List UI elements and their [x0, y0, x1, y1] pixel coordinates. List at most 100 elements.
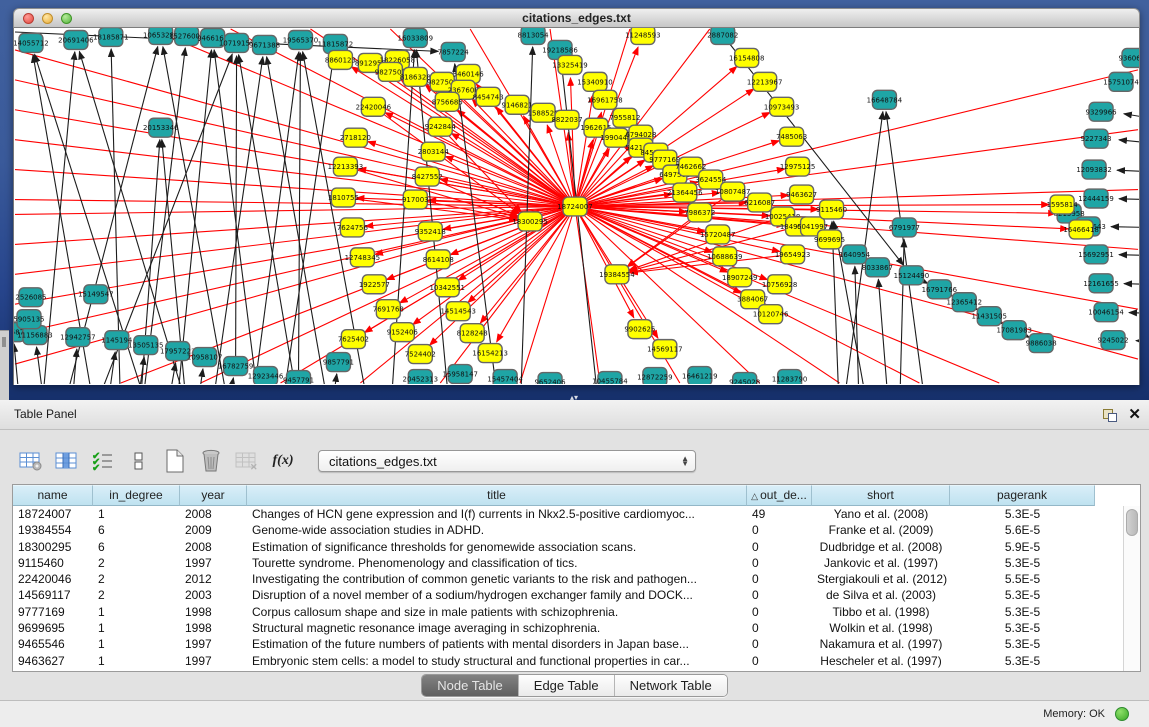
graph-node[interactable]: 8756685: [432, 92, 463, 111]
table-cell[interactable]: 2: [93, 587, 180, 603]
graph-node[interactable]: 2887082: [707, 28, 738, 44]
table-row[interactable]: 946554611997Estimation of the future num…: [13, 636, 1123, 652]
graph-node[interactable]: 12213393: [328, 157, 364, 176]
table-cell[interactable]: Jankovic et al. (1997): [812, 555, 950, 571]
graph-node[interactable]: 10973493: [764, 97, 800, 116]
graph-node[interactable]: 16461219: [682, 367, 718, 384]
graph-node[interactable]: 10342551: [429, 278, 465, 297]
memory-status-icon[interactable]: [1115, 707, 1129, 721]
graph-node[interactable]: 9699695: [814, 230, 845, 249]
table-cell[interactable]: Embryonic stem cells: a model to study s…: [247, 653, 747, 669]
graph-node[interactable]: 7624756: [337, 218, 368, 237]
table-cell[interactable]: 18724007: [13, 506, 93, 522]
graph-node[interactable]: 9360672: [1118, 48, 1139, 67]
table-row[interactable]: 1830029562008Estimation of significance …: [13, 539, 1123, 555]
table-cell[interactable]: 5.3E-5: [950, 604, 1095, 620]
table-cell[interactable]: 0: [747, 636, 812, 652]
graph-node[interactable]: 12093832: [1076, 160, 1112, 179]
graph-node[interactable]: 1595814: [1047, 195, 1079, 214]
table-cell[interactable]: 0: [747, 571, 812, 587]
graph-node[interactable]: 8614108: [423, 250, 454, 269]
table-cell[interactable]: Nakamura et al. (1997): [812, 636, 950, 652]
delete-table-icon[interactable]: ✕: [232, 447, 262, 475]
table-cell[interactable]: 6: [93, 539, 180, 555]
graph-node[interactable]: 12444159: [1078, 189, 1114, 208]
float-panel-icon[interactable]: [1103, 409, 1117, 422]
graph-node[interactable]: 15457404: [487, 370, 523, 384]
graph-node[interactable]: 9857791: [323, 353, 354, 372]
graph-node[interactable]: 15340910: [577, 72, 613, 91]
graph-node[interactable]: 14569117: [647, 340, 683, 359]
scrollbar-thumb[interactable]: [1126, 509, 1138, 536]
graph-node[interactable]: 12942757: [60, 328, 96, 347]
graph-node[interactable]: 20153346: [143, 118, 179, 137]
graph-node[interactable]: 9245028: [729, 373, 760, 384]
graph-node[interactable]: 11248593: [625, 28, 661, 44]
graph-node[interactable]: 12975125: [780, 157, 816, 176]
table-cell[interactable]: 1: [93, 604, 180, 620]
graph-node[interactable]: 15751074: [1103, 72, 1139, 91]
table-cell[interactable]: 19384554: [13, 522, 93, 538]
graph-node[interactable]: 20452313: [403, 370, 439, 384]
table-cell[interactable]: 1998: [180, 604, 247, 620]
tab-node-table[interactable]: Node Table: [422, 675, 519, 696]
table-cell[interactable]: de Silva et al. (2003): [812, 587, 950, 603]
graph-node[interactable]: 9671388: [249, 35, 280, 54]
graph-node[interactable]: 9152406: [387, 323, 418, 342]
graph-node[interactable]: 7485063: [776, 127, 807, 146]
new-table-icon[interactable]: [160, 447, 190, 475]
graph-node[interactable]: 6791977: [889, 218, 920, 237]
table-cell[interactable]: 1: [93, 653, 180, 669]
table-selector-dropdown[interactable]: citations_edges.txt ▲▼: [318, 450, 696, 472]
graph-node[interactable]: 1922577: [359, 275, 390, 294]
graph-node[interactable]: 9463627: [786, 185, 817, 204]
table-cell[interactable]: 2003: [180, 587, 247, 603]
graph-node[interactable]: 12748345: [345, 248, 381, 267]
graph-node[interactable]: 7524402: [405, 345, 436, 364]
tab-network-table[interactable]: Network Table: [615, 675, 727, 696]
table-cell[interactable]: 6: [93, 522, 180, 538]
table-cell[interactable]: Corpus callosum shape and size in male p…: [247, 604, 747, 620]
select-columns-icon[interactable]: ✔✔✔: [88, 447, 118, 475]
collapsed-panel-handle[interactable]: [0, 330, 9, 401]
table-cell[interactable]: 9777169: [13, 604, 93, 620]
graph-node[interactable]: 9902625: [624, 320, 655, 339]
network-window-titlebar[interactable]: citations_edges.txt: [13, 8, 1140, 28]
column-header-short[interactable]: short: [812, 485, 950, 506]
graph-node[interactable]: 9352418: [415, 222, 446, 241]
delete-column-icon[interactable]: [196, 447, 226, 475]
table-cell[interactable]: Disruption of a novel member of a sodium…: [247, 587, 747, 603]
table-cell[interactable]: 9465546: [13, 636, 93, 652]
network-canvas[interactable]: 1872400714055712206914061818587110653287…: [14, 28, 1139, 384]
table-cell[interactable]: 2: [93, 571, 180, 587]
graph-node[interactable]: 21364456: [667, 183, 703, 202]
graph-node[interactable]: 16648784: [867, 90, 903, 109]
graph-node[interactable]: 10455784: [592, 372, 628, 384]
table-cell[interactable]: 1: [93, 620, 180, 636]
table-cell[interactable]: Investigating the contribution of common…: [247, 571, 747, 587]
graph-node[interactable]: 9245022: [1098, 331, 1129, 350]
graph-node[interactable]: 9652406: [535, 373, 566, 384]
graph-node[interactable]: 8860123: [325, 50, 356, 69]
graph-node[interactable]: 8033867: [862, 258, 893, 277]
graph-node[interactable]: 7691768: [373, 300, 404, 319]
graph-node[interactable]: 20691406: [58, 30, 94, 49]
table-cell[interactable]: Structural magnetic resonance image aver…: [247, 620, 747, 636]
table-cell[interactable]: Estimation of significance thresholds fo…: [247, 539, 747, 555]
table-cell[interactable]: 2012: [180, 571, 247, 587]
graph-node[interactable]: 12161655: [1083, 274, 1119, 293]
graph-node[interactable]: 19565370: [283, 30, 319, 49]
graph-node[interactable]: 7986372: [684, 203, 715, 222]
table-cell[interactable]: 2008: [180, 506, 247, 522]
table-cell[interactable]: 5.9E-5: [950, 539, 1095, 555]
table-cell[interactable]: 5.5E-5: [950, 571, 1095, 587]
graph-node[interactable]: 8128248: [457, 324, 488, 343]
table-cell[interactable]: 5.3E-5: [950, 506, 1095, 522]
network-canvas-container[interactable]: 1872400714055712206914061818587110653287…: [13, 28, 1140, 385]
graph-node[interactable]: 9886038: [1026, 334, 1057, 353]
graph-node[interactable]: 19384554: [599, 265, 635, 284]
graph-node[interactable]: 11283790: [772, 370, 808, 384]
zoom-window-icon[interactable]: [61, 13, 72, 24]
graph-node[interactable]: 9242844: [425, 117, 457, 136]
table-cell[interactable]: Yano et al. (2008): [812, 506, 950, 522]
